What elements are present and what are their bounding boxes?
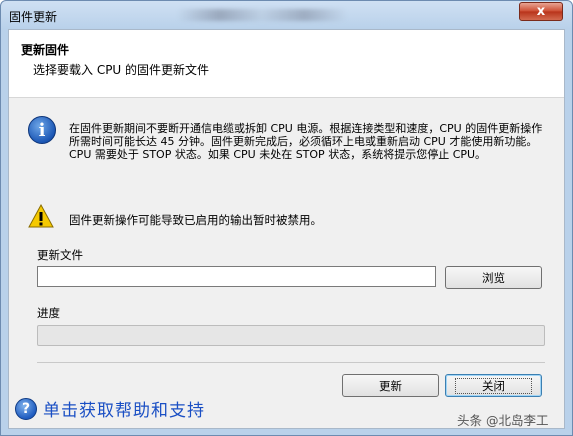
dialog-body: 更新固件 选择要载入 CPU 的固件更新文件 i 在固件更新期间不要断开通信电缆…: [8, 29, 565, 429]
warning-message: 固件更新操作可能导致已启用的输出暂时被禁用。: [69, 213, 322, 227]
watermark: 头条 @北岛李工: [457, 413, 549, 428]
browse-button-label: 浏览: [482, 270, 505, 285]
help-link-text[interactable]: 单击获取帮助和支持: [43, 396, 205, 421]
info-icon: i: [28, 116, 56, 144]
close-button[interactable]: 关闭: [445, 374, 542, 397]
help-link[interactable]: ? 单击获取帮助和支持: [15, 396, 205, 421]
close-button-label: 关闭: [455, 377, 532, 394]
info-message: 在固件更新期间不要断开通信电缆或拆卸 CPU 电源。根据连接类型和速度，CPU …: [69, 122, 543, 161]
help-icon: ?: [15, 397, 37, 420]
update-button[interactable]: 更新: [342, 374, 439, 397]
progress-bar: [37, 325, 545, 346]
window-title: 固件更新: [9, 10, 58, 24]
close-icon: x: [536, 4, 546, 19]
header-panel: 更新固件 选择要载入 CPU 的固件更新文件: [9, 30, 564, 98]
blurred-title-region: [177, 9, 347, 21]
window-close-button[interactable]: x: [519, 2, 563, 21]
warning-icon: [28, 204, 54, 228]
header-subtitle: 选择要载入 CPU 的固件更新文件: [33, 63, 210, 77]
divider: [37, 362, 545, 363]
update-file-input[interactable]: [37, 266, 436, 287]
browse-button[interactable]: 浏览: [445, 266, 542, 289]
update-button-label: 更新: [379, 378, 402, 393]
title-bar[interactable]: 固件更新 x: [1, 1, 572, 29]
firmware-update-window: 固件更新 x 更新固件 选择要载入 CPU 的固件更新文件 i 在固件更新期间不…: [0, 0, 573, 436]
progress-label: 进度: [37, 306, 60, 320]
header-title: 更新固件: [21, 43, 70, 57]
update-file-label: 更新文件: [37, 248, 83, 262]
